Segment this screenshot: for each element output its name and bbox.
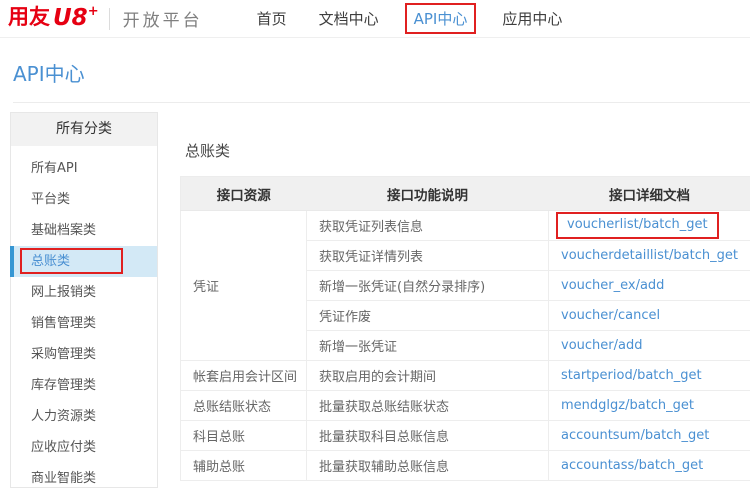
api-doc-cell: accountass/batch_get [549,451,750,481]
top-navbar: 用友 U8 + 开放平台 首页文档中心 API中心应用中心 [0,0,750,38]
logo-divider [109,8,110,30]
sidebar-item[interactable]: 库存管理类 [11,370,157,401]
main-content: 总账类 接口资源接口功能说明接口详细文档 凭证获取凭证列表信息 voucherli… [180,140,750,481]
sidebar-item-label: 网上报销类 [31,285,96,300]
sidebar-item[interactable]: 应收应付类 [11,432,157,463]
sidebar-item[interactable]: 平台类 [11,184,157,215]
api-description-cell: 新增一张凭证 [307,331,549,361]
nav-item-1[interactable]: 首页 [255,3,289,34]
sidebar-item-label: 人力资源类 [31,409,96,424]
sidebar-item[interactable]: 总账类 [11,246,157,277]
api-doc-cell: startperiod/batch_get [549,361,750,391]
api-description-cell: 批量获取科目总账信息 [307,421,549,451]
api-table: 接口资源接口功能说明接口详细文档 凭证获取凭证列表信息 voucherlist/b… [180,176,750,481]
sidebar-item-label: 应收应付类 [31,440,96,455]
api-doc-link[interactable]: voucherlist/batch_get [567,217,708,232]
sidebar-item[interactable]: 销售管理类 [11,308,157,339]
api-doc-link[interactable]: accountass/batch_get [561,458,703,473]
sidebar-item-label: 库存管理类 [31,378,96,393]
api-doc-cell: voucher/add [549,331,750,361]
platform-label: 开放平台 [123,6,203,31]
api-table-body: 凭证获取凭证列表信息 voucherlist/batch_get 获取凭证详情列表 v… [181,211,750,481]
table-row: 凭证获取凭证列表信息voucherlist/batch_get [181,211,750,241]
annotation-red-box: voucherlist/batch_get [556,212,719,239]
sidebar-item-label: 总账类 [31,254,70,269]
category-sidebar: 所有分类 所有API 平台类基础档案类总账类网上报销类销售管理类采购管理类库存管理… [10,112,158,488]
table-row: 总账结账状态批量获取总账结账状态 mendglgz/batch_get [181,391,750,421]
table-row: 科目总账批量获取科目总账信息 accountsum/batch_get [181,421,750,451]
api-description-cell: 获取启用的会计期间 [307,361,549,391]
title-divider [13,102,750,103]
api-doc-link[interactable]: voucher/cancel [561,308,660,323]
sidebar-item[interactable]: 商业智能类 [11,463,157,494]
api-doc-link[interactable]: startperiod/batch_get [561,368,702,383]
logo-plus-text: + [88,5,99,18]
section-title: 总账类 [185,140,750,161]
sidebar-item-label: 采购管理类 [31,347,96,362]
api-table-head: 接口资源接口功能说明接口详细文档 [181,177,750,211]
logo-brand-text: 用友 [8,7,50,28]
header-row: 接口资源接口功能说明接口详细文档 [181,177,750,211]
api-description-cell: 批量获取总账结账状态 [307,391,549,421]
category-list: 所有API 平台类基础档案类总账类网上报销类销售管理类采购管理类库存管理类人力资源… [11,153,157,494]
main-nav: 首页文档中心 API中心应用中心 [227,3,565,34]
nav-item-2[interactable]: 文档中心 [317,3,381,34]
api-doc-link[interactable]: accountsum/batch_get [561,428,709,443]
api-doc-link[interactable]: mendglgz/batch_get [561,398,694,413]
sidebar-header: 所有分类 [11,113,157,146]
page-title: API中心 [13,58,85,87]
resource-cell: 帐套启用会计区间 [181,361,307,391]
table-row: 帐套启用会计区间获取启用的会计期间 startperiod/batch_get [181,361,750,391]
nav-item-3[interactable]: API中心 [405,3,477,34]
api-description-cell: 批量获取辅助总账信息 [307,451,549,481]
yonyou-u8-logo[interactable]: 用友 U8 + [8,7,99,30]
sidebar-item-label: 商业智能类 [31,471,96,486]
column-header: 接口详细文档 [549,177,750,211]
api-description-cell: 凭证作废 [307,301,549,331]
sidebar-item[interactable]: 基础档案类 [11,215,157,246]
column-header: 接口功能说明 [307,177,549,211]
api-doc-cell: voucher/cancel [549,301,750,331]
api-doc-cell: voucherlist/batch_get [549,211,750,241]
sidebar-item[interactable]: 网上报销类 [11,277,157,308]
sidebar-item-label: 销售管理类 [31,316,96,331]
nav-item-4[interactable]: 应用中心 [500,3,564,34]
api-doc-cell: accountsum/batch_get [549,421,750,451]
sidebar-item[interactable]: 所有API [11,153,157,184]
sidebar-item[interactable]: 人力资源类 [11,401,157,432]
api-description-cell: 新增一张凭证(自然分录排序) [307,271,549,301]
resource-cell: 科目总账 [181,421,307,451]
api-doc-link[interactable]: voucher_ex/add [561,278,664,293]
resource-cell: 总账结账状态 [181,391,307,421]
sidebar-item-label: 基础档案类 [31,223,96,238]
resource-cell: 凭证 [181,211,307,361]
resource-cell: 辅助总账 [181,451,307,481]
api-doc-cell: voucher_ex/add [549,271,750,301]
api-doc-link[interactable]: voucherdetaillist/batch_get [561,248,738,263]
sidebar-item-label: 平台类 [31,192,70,207]
sidebar-item[interactable]: 采购管理类 [11,339,157,370]
column-header: 接口资源 [181,177,307,211]
api-description-cell: 获取凭证列表信息 [307,211,549,241]
table-row: 辅助总账批量获取辅助总账信息 accountass/batch_get [181,451,750,481]
api-doc-cell: voucherdetaillist/batch_get [549,241,750,271]
sidebar-item-label: 所有API [31,161,78,176]
logo-product-text: U8 [53,7,88,30]
api-doc-link[interactable]: voucher/add [561,338,642,353]
api-doc-cell: mendglgz/batch_get [549,391,750,421]
api-description-cell: 获取凭证详情列表 [307,241,549,271]
